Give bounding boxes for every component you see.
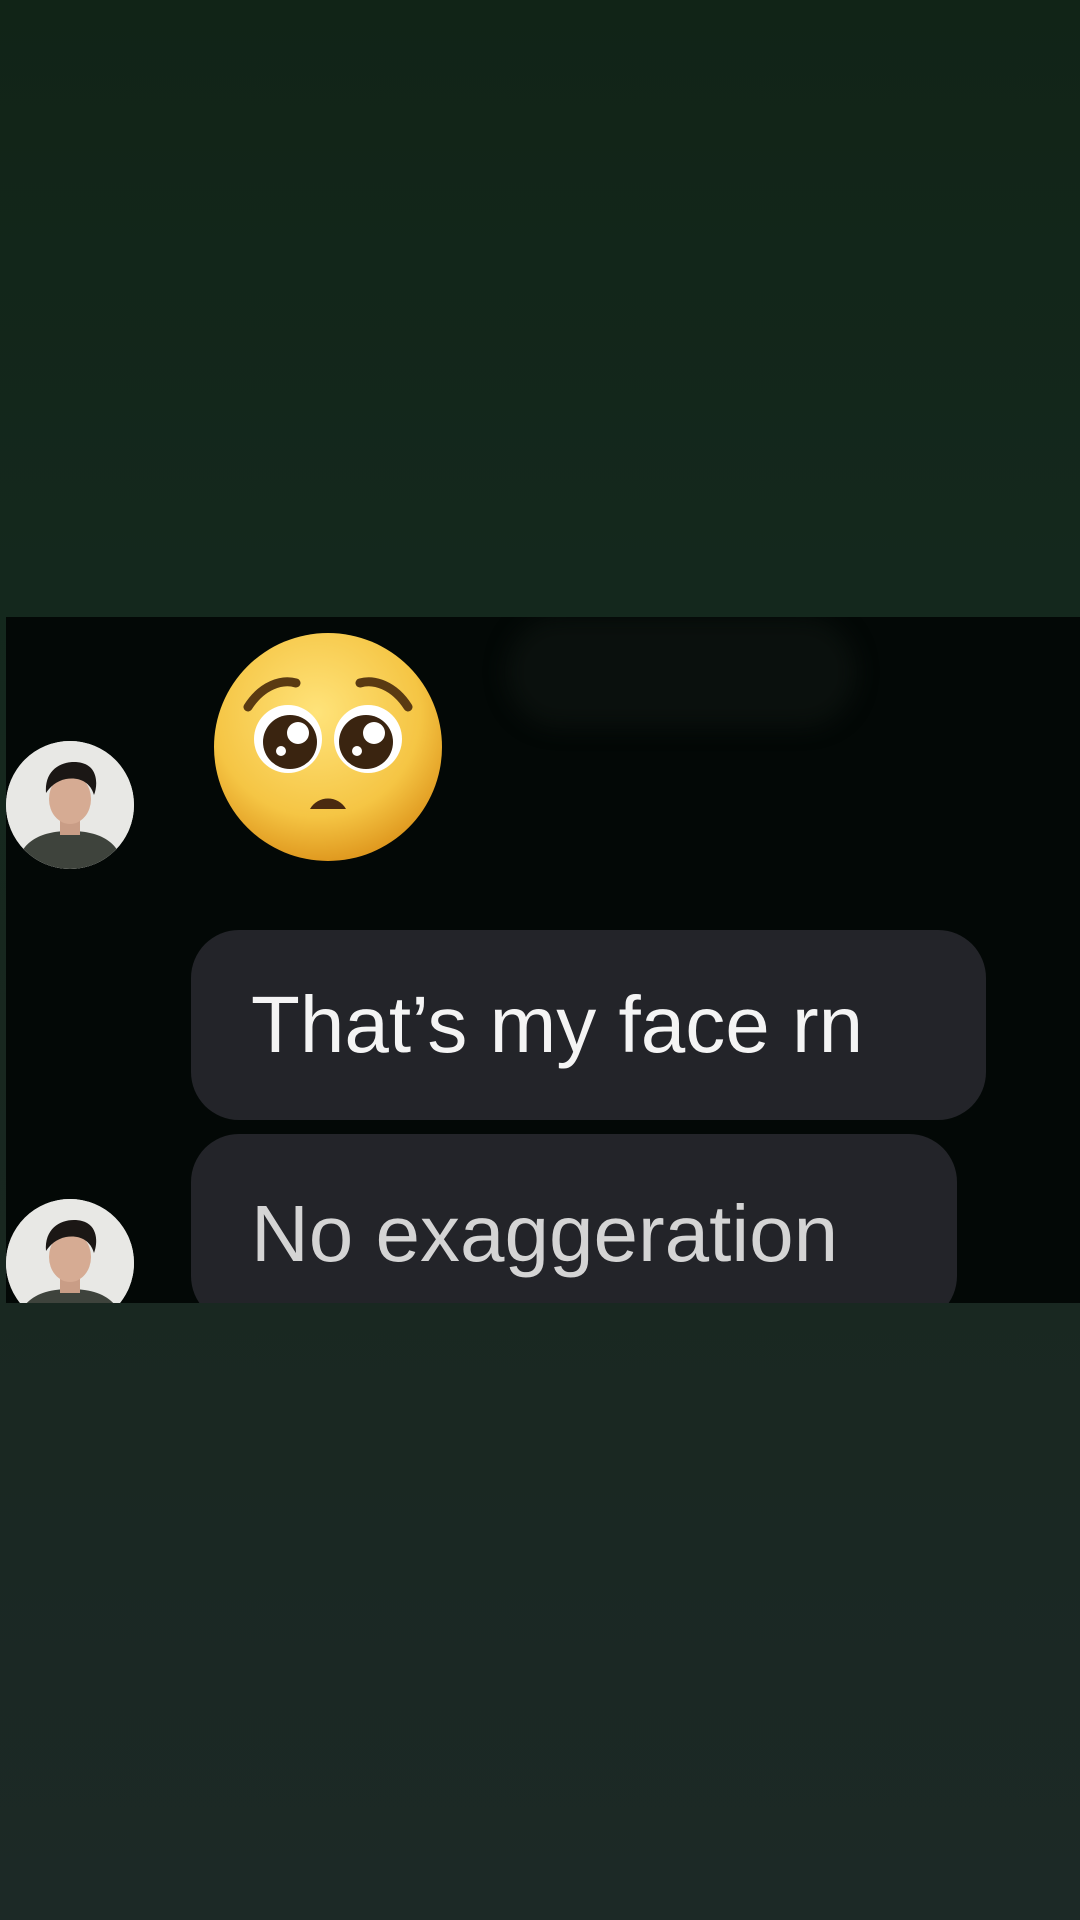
message-text: That’s my face rn (251, 980, 864, 1069)
avatar-photo-icon (6, 1199, 134, 1303)
message-text: No exaggeration (251, 1189, 839, 1278)
message-bubble[interactable]: No exaggeration (191, 1134, 957, 1303)
blurred-header-area (506, 617, 856, 727)
chat-screenshot: That’s my face rn No exaggeration (6, 617, 1080, 1303)
avatar-photo-icon (6, 741, 134, 869)
sender-avatar[interactable] (6, 741, 134, 869)
message-bubble[interactable]: That’s my face rn (191, 930, 986, 1120)
sender-avatar[interactable] (6, 1199, 134, 1303)
pleading-face-emoji (210, 629, 446, 865)
